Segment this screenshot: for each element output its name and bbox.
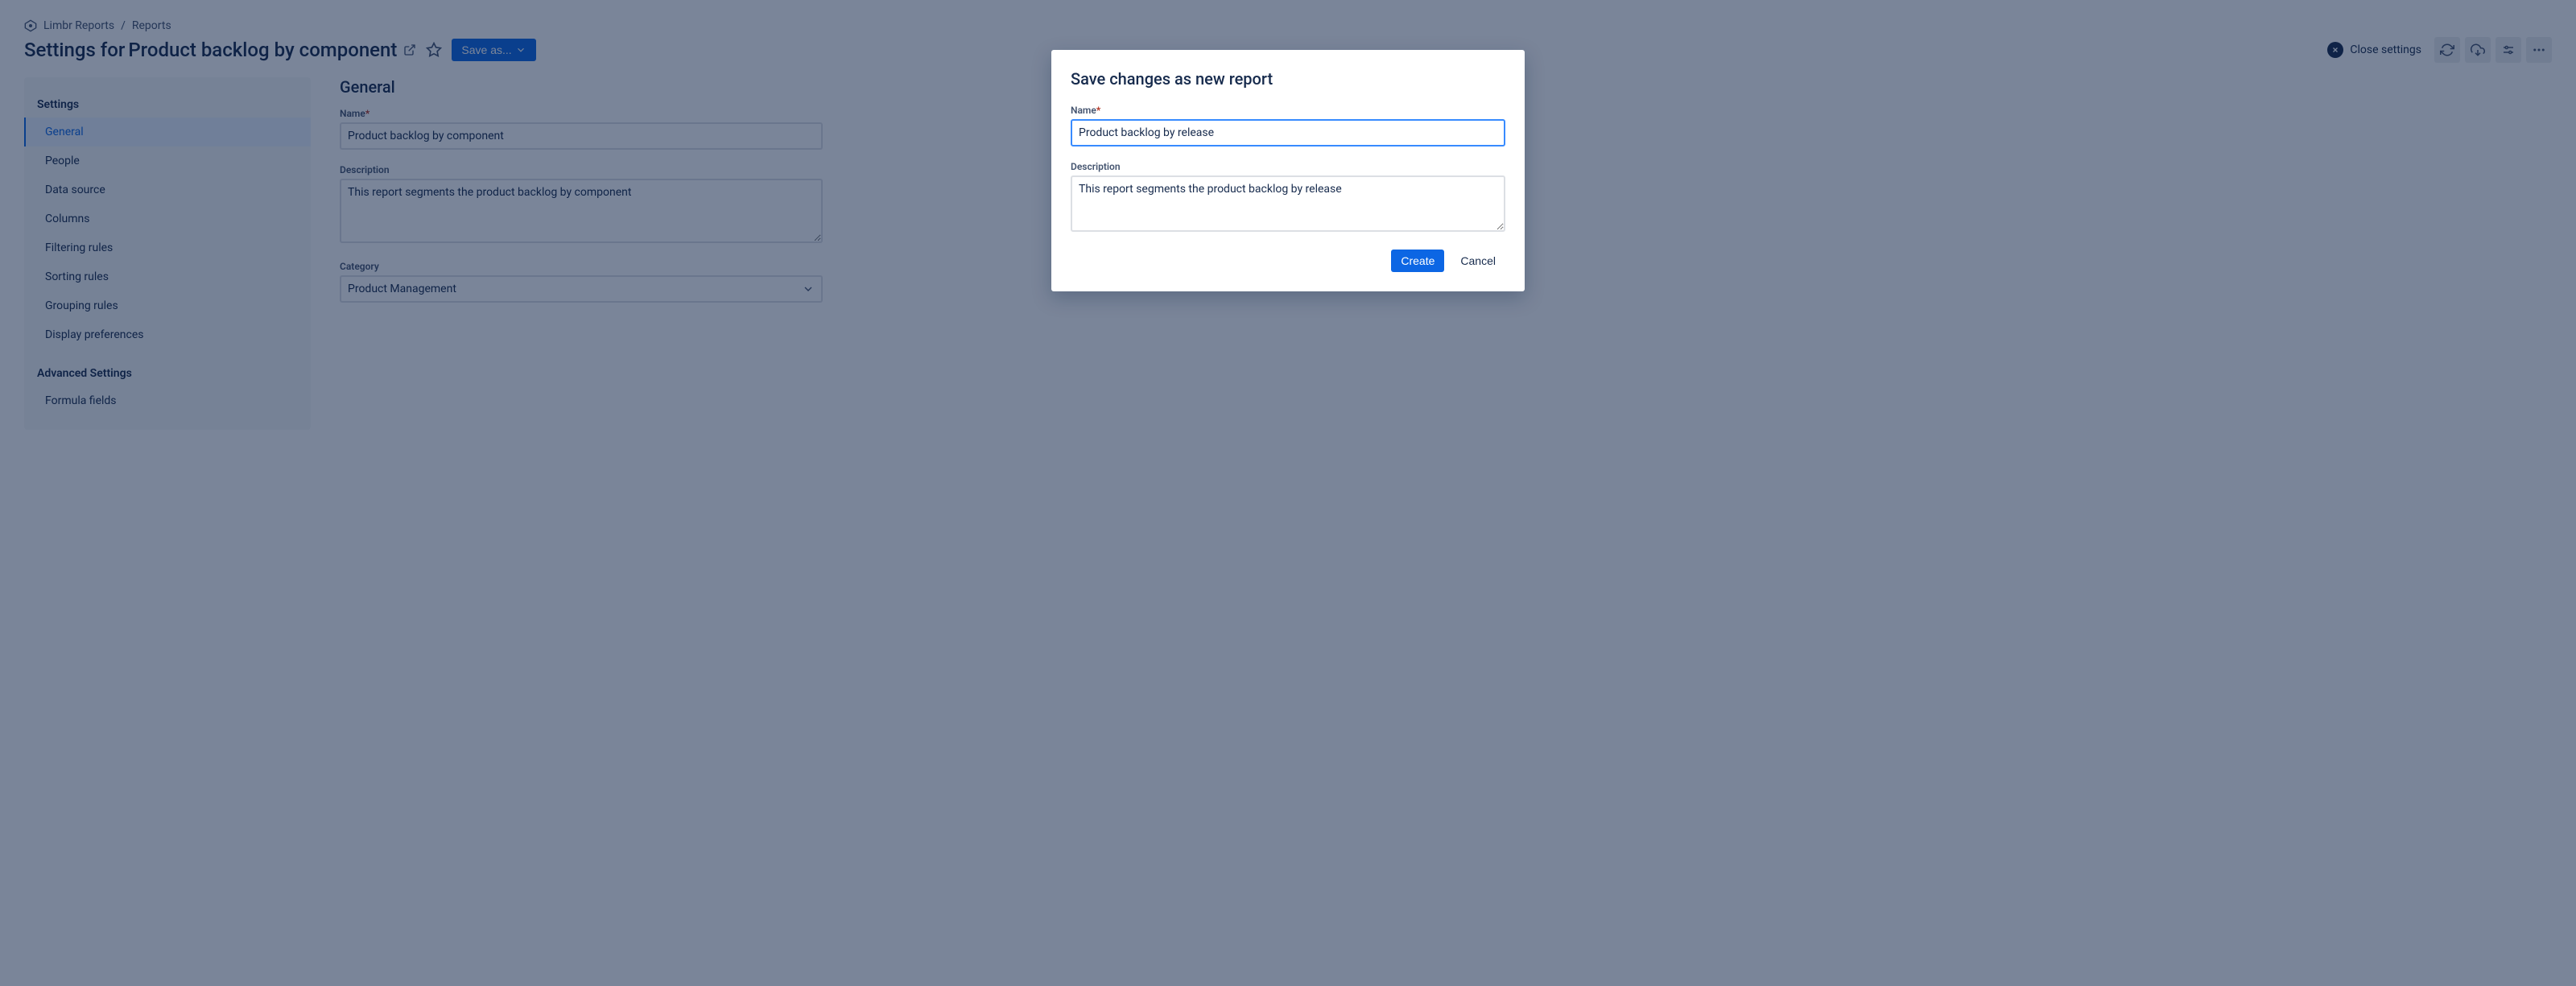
cancel-button[interactable]: Cancel xyxy=(1451,250,1505,272)
modal-description-input[interactable] xyxy=(1071,175,1505,232)
save-as-modal: Save changes as new report Name* Descrip… xyxy=(1051,50,1525,291)
modal-name-label: Name* xyxy=(1071,105,1505,116)
modal-overlay[interactable]: Save changes as new report Name* Descrip… xyxy=(0,0,2576,986)
modal-title: Save changes as new report xyxy=(1071,69,1505,89)
create-button[interactable]: Create xyxy=(1391,250,1444,272)
modal-description-label: Description xyxy=(1071,161,1505,172)
modal-name-input[interactable] xyxy=(1071,119,1505,146)
